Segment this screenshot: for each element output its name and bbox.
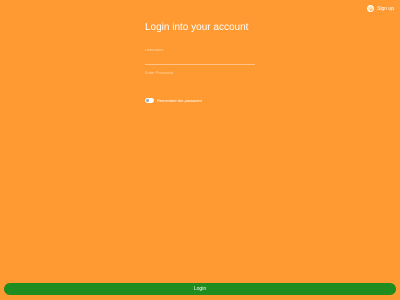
toggle-knob — [146, 99, 149, 102]
remember-password-label: Remember the password — [157, 98, 202, 103]
username-placeholder: Username — [145, 47, 164, 52]
signup-label: Sign up — [377, 5, 394, 12]
remember-password-row: Remember the password — [145, 98, 202, 103]
login-screen: Sign up Login into your account Username… — [0, 0, 400, 300]
remember-password-toggle[interactable] — [145, 98, 154, 103]
avatar-icon — [367, 5, 375, 12]
page-title: Login into your account — [145, 22, 249, 33]
password-placeholder: Enter Password — [145, 70, 174, 75]
signup-link[interactable]: Sign up — [367, 5, 394, 12]
username-field[interactable]: Username — [145, 47, 255, 65]
password-field[interactable]: Enter Password — [145, 70, 255, 76]
login-button[interactable]: Login — [4, 283, 396, 295]
username-underline — [145, 64, 255, 65]
